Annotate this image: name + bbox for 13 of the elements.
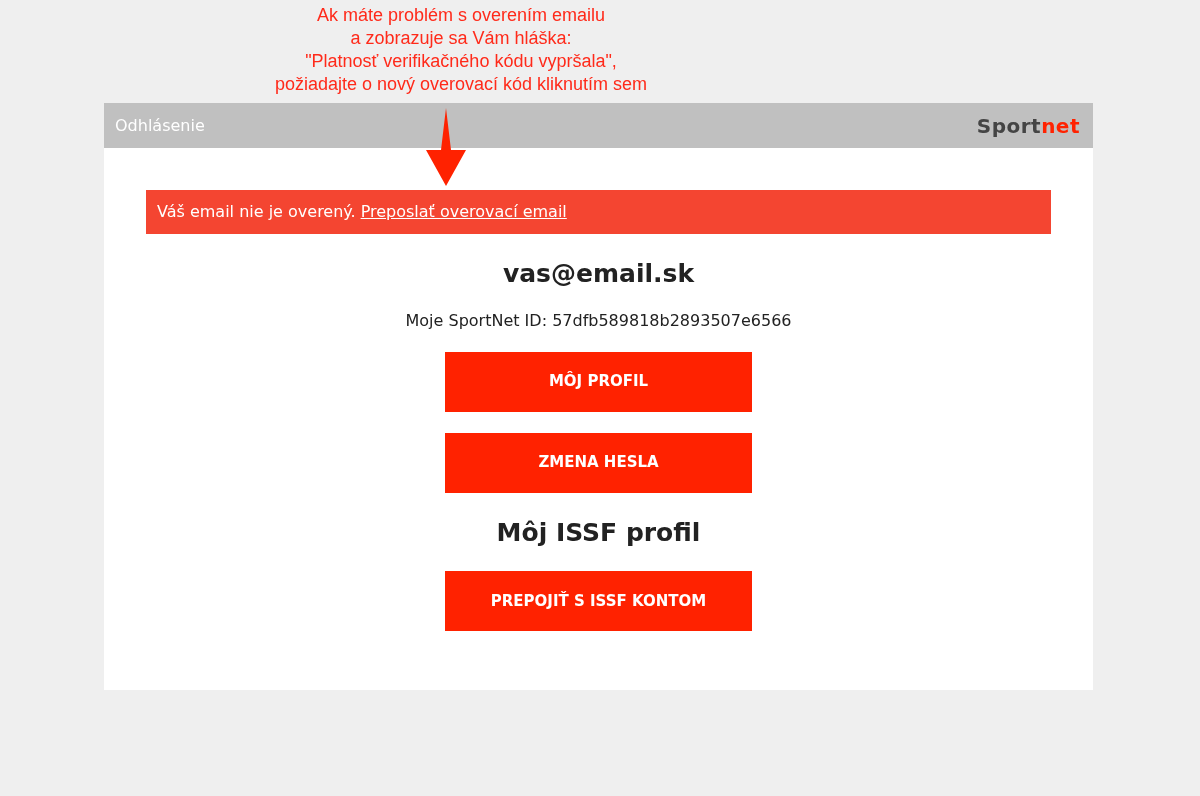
annotation-text: Ak máte problém s overením emailu <box>316 4 606 27</box>
annotation-text: "Platnosť verifikačného kódu vypršala", <box>305 50 617 73</box>
resend-email-link[interactable]: Preposlať overovací email <box>360 200 567 224</box>
annotation-text: a zobrazuje sa Vám hláška: <box>350 27 572 50</box>
alert-message: Váš email nie je overený. <box>157 201 356 223</box>
profile-button[interactable]: MÔJ PROFIL <box>445 351 752 412</box>
change-password-button[interactable]: ZMENA HESLA <box>445 432 752 493</box>
issf-heading: Môj ISSF profil <box>496 516 701 549</box>
annotation-text: požiadajte o nový overovací kód kliknutím sem <box>274 73 648 96</box>
sportnet-id: Moje SportNet ID: 57dfb589818b2893507e6566 <box>405 309 792 332</box>
logo[interactable]: Sportnet <box>976 110 1080 141</box>
link-issf-button[interactable]: PREPOJIŤ S ISSF KONTOM <box>445 571 752 631</box>
email-heading: vas@email.sk <box>502 258 695 290</box>
